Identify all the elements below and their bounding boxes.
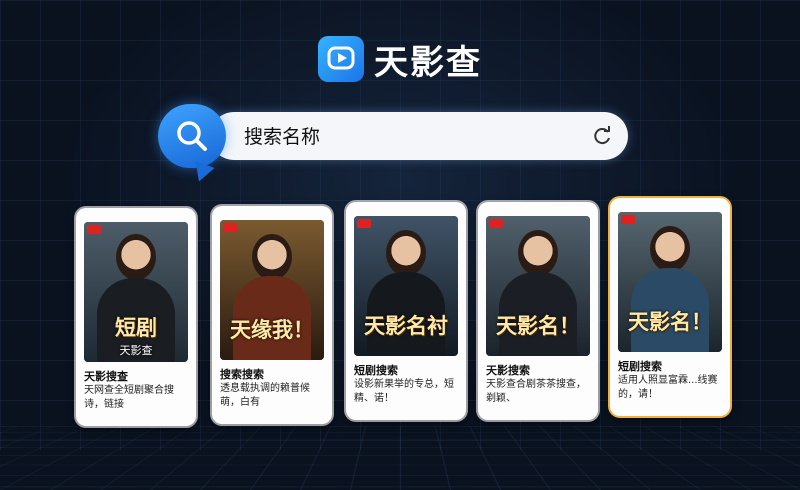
- result-card[interactable]: 天影名！ 天影搜索 天影查合剧茶茶搜查，剃颖、: [478, 202, 598, 420]
- poster-image: 天影名！: [486, 216, 590, 356]
- card-title: 天影搜查: [84, 370, 128, 383]
- poster-image: 天影名！: [618, 212, 722, 352]
- poster-subtitle: 天影查: [119, 344, 153, 357]
- poster-title: 天影名衬: [364, 313, 448, 338]
- card-description: 天网查全短剧聚合搜诗，链接: [84, 385, 174, 410]
- card-description: 设影新果举的专总，短精、诺！: [354, 379, 454, 404]
- poster-title: 天缘我！: [230, 317, 314, 342]
- search-icon: [177, 121, 207, 151]
- card-description: 适用人照显富霖...线赛的，请！: [618, 375, 718, 400]
- result-card[interactable]: 天影名衬 短剧搜索 设影新果举的专总，短精、诺！: [346, 202, 466, 420]
- card-title: 搜索搜索: [220, 368, 264, 381]
- result-card[interactable]: 天影名！ 短剧搜索 适用人照显富霖...线赛的，请！: [610, 198, 730, 416]
- card-title: 短剧搜索: [354, 364, 398, 377]
- poster-title: 短剧: [115, 315, 157, 340]
- header: 天影查: [0, 35, 800, 83]
- search-input[interactable]: [242, 120, 566, 154]
- result-card[interactable]: 天缘我！ 搜索搜索 透息载执调的赖普候萌，白有: [212, 206, 332, 424]
- card-title: 短剧搜索: [618, 360, 662, 373]
- search-button[interactable]: [158, 104, 226, 168]
- card-title: 天影搜索: [486, 364, 530, 377]
- poster-image: 天缘我！: [220, 220, 324, 360]
- refresh-icon[interactable]: [590, 124, 614, 148]
- poster-title: 天影名！: [628, 309, 712, 334]
- card-description: 透息载执调的赖普候萌，白有: [220, 383, 310, 408]
- result-card[interactable]: 短剧 天影查 天影搜查 天网查全短剧聚合搜诗，链接: [76, 208, 196, 426]
- poster-image: 短剧 天影查: [84, 222, 188, 362]
- search-bar[interactable]: [210, 112, 628, 160]
- grid-floor: [0, 426, 800, 490]
- poster-image: 天影名衬: [354, 216, 458, 356]
- card-description: 天影查合剧茶茶搜查，剃颖、: [486, 379, 586, 404]
- result-cards: 短剧 天影查 天影搜查 天网查全短剧聚合搜诗，链接 天缘我！ 搜索搜索 透息载执…: [72, 198, 732, 430]
- app-title: 天影查: [374, 42, 482, 83]
- play-logo-icon: [318, 36, 364, 82]
- poster-title: 天影名！: [496, 313, 580, 338]
- search-area: [158, 104, 630, 184]
